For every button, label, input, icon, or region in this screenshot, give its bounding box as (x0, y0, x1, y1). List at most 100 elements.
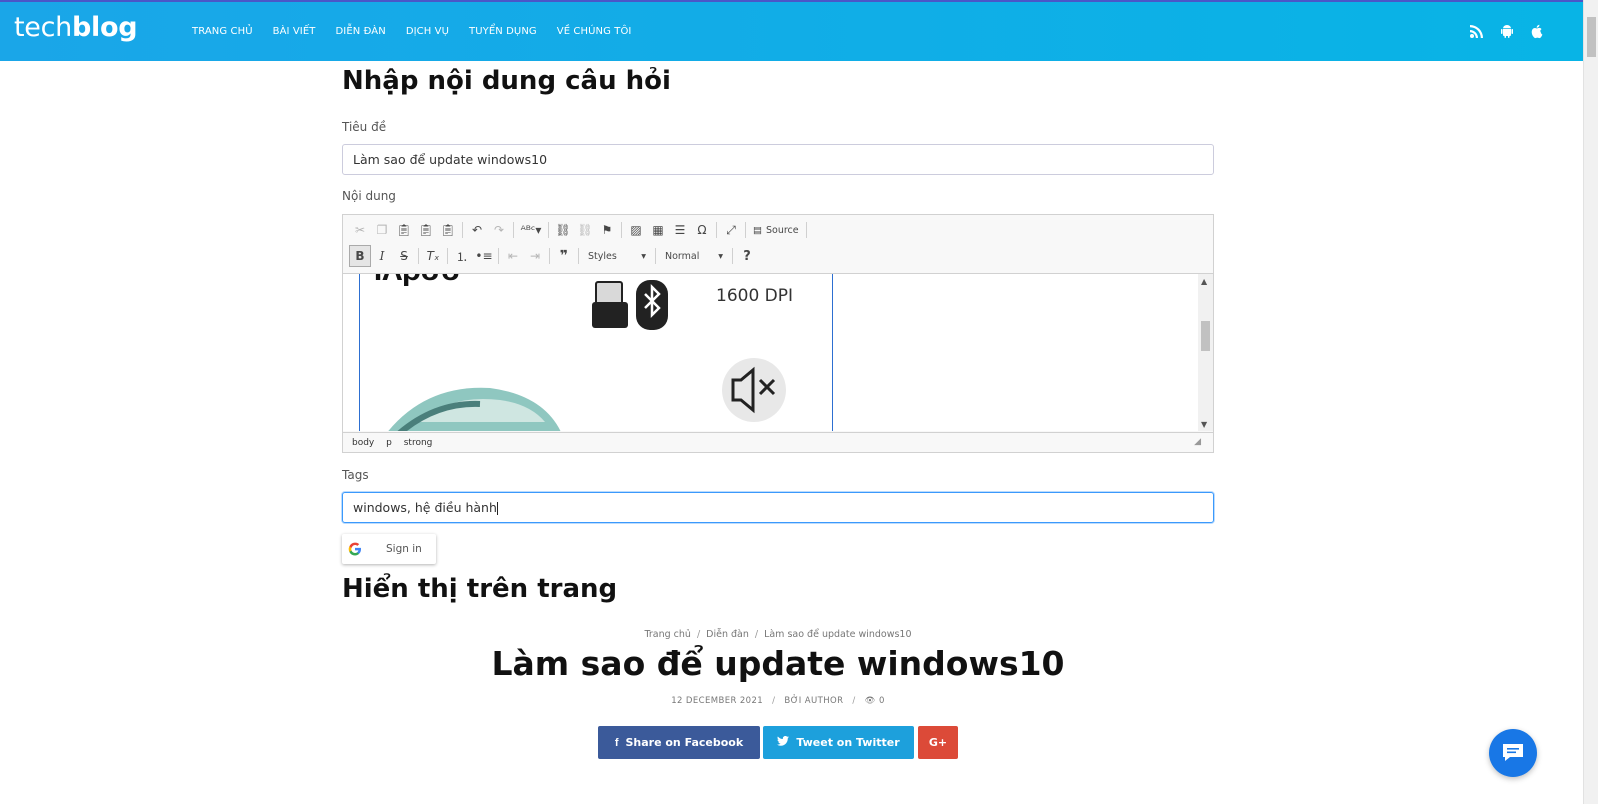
toolbar-separator (418, 248, 419, 264)
twitter-icon (777, 735, 790, 749)
preview-heading: Hiển thị trên trang (342, 574, 618, 604)
horizontal-line-icon[interactable]: ☰ (669, 219, 691, 241)
anchor-flag-icon[interactable]: ⚑ (596, 219, 618, 241)
nav-services[interactable]: DỊCH VỤ (406, 26, 449, 37)
paste-text-icon[interactable]: 📋︎ (415, 219, 437, 241)
rss-icon[interactable] (1469, 23, 1485, 39)
post-meta: 12 DECEMBER 2021 / BỞI AUTHOR / 👁︎ 0 (342, 696, 1214, 706)
post-title: Làm sao để update windows10 (491, 644, 1065, 683)
logo-text-thin: tech (14, 12, 72, 43)
editor-scrollbar[interactable]: ▲ ▼ (1198, 274, 1213, 431)
scroll-up-arrow-icon[interactable]: ▲ (1201, 277, 1207, 286)
strike-button[interactable]: S (393, 245, 415, 267)
editor-path-bar: body p strong ◢ (343, 432, 1213, 452)
editor-toolbar-row-2: B I S Tₓ ⒈ •≡ ⇤ ⇥ ❞ Styles ▾ Normal ▾ ? (349, 245, 758, 267)
post-views: 0 (878, 696, 885, 706)
format-dropdown[interactable]: Normal ▾ (659, 246, 729, 266)
content-label: Nội dung (342, 189, 396, 203)
toolbar-separator (655, 248, 656, 264)
bold-button[interactable]: B (349, 245, 371, 267)
toolbar-separator (513, 222, 514, 238)
undo-icon[interactable]: ↶ (466, 219, 488, 241)
spellcheck-icon[interactable]: ᴬᴮᶜ▾ (517, 219, 545, 241)
dropdown-arrow-icon: ▾ (718, 250, 723, 262)
share-twitter-button[interactable]: Tweet on Twitter (763, 726, 914, 759)
toolbar-separator (805, 222, 807, 238)
share-twitter-label: Tweet on Twitter (796, 736, 900, 749)
unlink-icon[interactable]: ⛓ (574, 219, 596, 241)
android-icon[interactable] (1499, 23, 1515, 39)
editor-scrollbar-thumb[interactable] (1201, 321, 1210, 351)
logo-text-bold: blog (71, 12, 138, 43)
path-strong[interactable]: strong (404, 438, 433, 448)
blockquote-icon[interactable]: ❞ (553, 245, 575, 267)
nav-about[interactable]: VỀ CHÚNG TÔI (557, 26, 632, 37)
cut-icon[interactable]: ✂ (349, 219, 371, 241)
special-char-icon[interactable]: Ω (691, 219, 713, 241)
share-facebook-button[interactable]: f Share on Facebook (598, 726, 760, 759)
toolbar-separator (498, 248, 499, 264)
toolbar-separator (732, 248, 733, 264)
resize-handle-icon[interactable]: ◢ (1194, 437, 1201, 447)
nav-posts[interactable]: BÀI VIẾT (273, 26, 316, 37)
copy-icon[interactable]: ❐ (371, 219, 393, 241)
toolbar-separator (716, 222, 717, 238)
table-icon[interactable]: ▦ (647, 219, 669, 241)
title-label: Tiêu đề (342, 120, 387, 134)
redo-icon[interactable]: ↷ (488, 219, 510, 241)
numbered-list-icon[interactable]: ⒈ (451, 245, 473, 267)
image-icon[interactable]: ▨ (625, 219, 647, 241)
post-date: 12 DECEMBER 2021 (671, 696, 764, 706)
site-logo[interactable]: techblog (14, 12, 138, 43)
tags-input[interactable]: windows, hệ điều hành (342, 492, 1214, 523)
tags-input-value: windows, hệ điều hành (353, 500, 497, 515)
editor-content-area[interactable]: ΊΛρσσ 1600 DPI ▲ ▼ (343, 273, 1213, 431)
nav-home[interactable]: TRANG CHỦ (192, 26, 253, 37)
text-cursor (496, 502, 498, 515)
breadcrumb-forum[interactable]: Diễn đàn (706, 629, 749, 640)
paste-icon[interactable]: 📋︎ (393, 219, 415, 241)
page-scrollbar[interactable] (1583, 0, 1598, 804)
remove-format-icon[interactable]: Tₓ (422, 245, 444, 267)
link-icon[interactable]: ⛓ (552, 219, 574, 241)
apple-icon[interactable] (1529, 23, 1545, 39)
bulleted-list-icon[interactable]: •≡ (473, 245, 495, 267)
chat-widget-button[interactable] (1489, 729, 1537, 777)
meta-separator: / (772, 696, 776, 706)
format-dropdown-label: Normal (665, 250, 700, 262)
nav-forum[interactable]: DIỄN ĐÀN (335, 26, 385, 37)
breadcrumb-home[interactable]: Trang chủ (644, 629, 690, 640)
italic-button[interactable]: I (371, 245, 393, 267)
google-signin-button[interactable]: Sign in (342, 534, 436, 564)
indent-icon[interactable]: ⇥ (524, 245, 546, 267)
gplus-icon: G+ (928, 736, 948, 749)
source-icon: ▤ (753, 224, 762, 236)
scroll-down-arrow-icon[interactable]: ▼ (1201, 420, 1207, 429)
main-nav: TRANG CHỦ BÀI VIẾT DIỄN ĐÀN DỊCH VỤ TUYỂ… (192, 26, 651, 37)
breadcrumb-separator: / (696, 629, 701, 640)
rich-text-editor: ✂ ❐ 📋︎ 📋︎ 📋︎ ↶ ↷ ᴬᴮᶜ▾ ⛓ ⛓ ⚑ ▨ ▦ ☰ Ω ⤢ ▤ S… (342, 214, 1214, 453)
google-icon (348, 542, 362, 556)
dpi-label: 1600 DPI (716, 286, 794, 306)
styles-dropdown-label: Styles (588, 250, 617, 262)
source-label: Source (765, 224, 799, 236)
outdent-icon[interactable]: ⇤ (502, 245, 524, 267)
header-icons (1469, 23, 1545, 39)
paste-word-icon[interactable]: 📋︎ (437, 219, 459, 241)
source-button[interactable]: ▤ Source (749, 219, 803, 241)
chat-bubble-icon (1503, 744, 1523, 761)
path-body[interactable]: body (352, 438, 374, 448)
breadcrumb: Trang chủ / Diễn đàn / Làm sao để update win… (342, 629, 1214, 640)
share-gplus-button[interactable]: G+ (918, 726, 958, 759)
nav-careers[interactable]: TUYỂN DỤNG (469, 26, 537, 37)
path-p[interactable]: p (386, 438, 392, 448)
styles-dropdown[interactable]: Styles ▾ (582, 246, 652, 266)
maximize-icon[interactable]: ⤢ (720, 219, 742, 241)
title-input[interactable]: Làm sao để update windows10 (342, 144, 1214, 175)
help-button[interactable]: ? (736, 245, 758, 267)
post-author[interactable]: BỞI AUTHOR (784, 696, 843, 706)
page-scrollbar-thumb[interactable] (1587, 17, 1596, 57)
embedded-product-image[interactable]: ΊΛρσσ 1600 DPI (359, 274, 833, 431)
google-signin-label: Sign in (386, 543, 422, 555)
share-facebook-label: Share on Facebook (625, 736, 744, 749)
